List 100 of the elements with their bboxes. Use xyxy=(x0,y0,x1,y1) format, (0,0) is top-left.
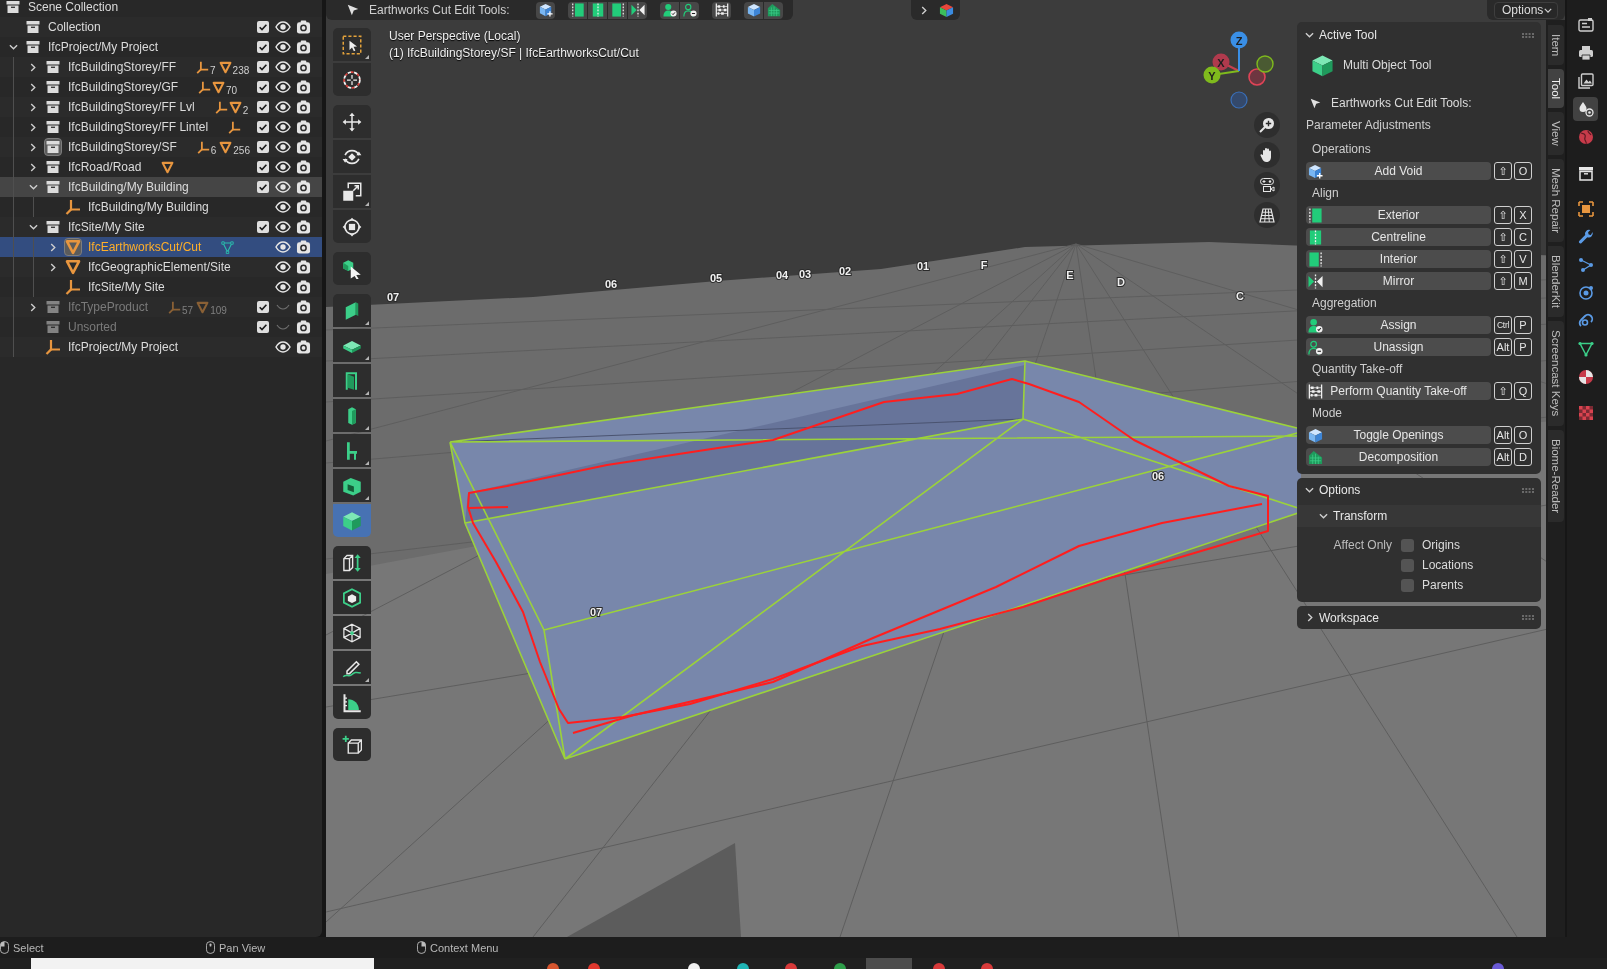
tool-button[interactable] xyxy=(333,294,371,327)
chevron-right-icon[interactable] xyxy=(30,302,36,312)
operator-button[interactable]: Perform Quantity Take-off xyxy=(1306,382,1491,400)
camera-icon[interactable] xyxy=(295,340,311,354)
checkbox[interactable] xyxy=(257,81,269,93)
eye-icon[interactable] xyxy=(275,201,291,213)
camera-icon[interactable] xyxy=(295,120,311,134)
axis-handle[interactable] xyxy=(1203,66,1240,84)
eye-icon[interactable] xyxy=(275,261,291,273)
checkbox[interactable] xyxy=(257,161,269,173)
operator-button[interactable]: Assign xyxy=(1306,316,1491,334)
outliner-row[interactable]: IfcProject/My Project xyxy=(0,37,322,57)
checkbox-label[interactable]: Origins xyxy=(1422,535,1541,555)
grip-icon[interactable] xyxy=(1522,615,1534,620)
camera-icon[interactable] xyxy=(295,280,311,294)
camera-icon[interactable] xyxy=(295,200,311,214)
tool-button[interactable] xyxy=(333,728,371,761)
tool-button[interactable] xyxy=(333,581,371,614)
tool-button[interactable] xyxy=(333,434,371,467)
eye-icon[interactable] xyxy=(275,61,291,73)
camera-icon[interactable] xyxy=(295,140,311,154)
checkbox-label[interactable]: Parents xyxy=(1422,575,1541,595)
camera-icon[interactable] xyxy=(295,160,311,174)
camera-icon[interactable] xyxy=(295,260,311,274)
checkbox[interactable] xyxy=(257,141,269,153)
tool-button[interactable] xyxy=(333,329,371,362)
axis-handle[interactable] xyxy=(1230,91,1248,109)
tool-button[interactable] xyxy=(333,364,371,397)
sidebar-tab[interactable]: Mesh Repair xyxy=(1548,159,1564,243)
tool-button[interactable] xyxy=(333,686,371,719)
eye-icon[interactable] xyxy=(275,101,291,113)
header-tool-button[interactable] xyxy=(608,1,627,19)
sidebar-tab[interactable]: Item xyxy=(1548,25,1564,66)
chevron-right-icon[interactable] xyxy=(30,142,36,152)
chevron-right-icon[interactable] xyxy=(30,82,36,92)
tool-button[interactable] xyxy=(333,252,371,285)
closed-eye-icon[interactable] xyxy=(276,324,290,330)
tool-button[interactable] xyxy=(333,210,371,243)
panel-title[interactable]: Workspace xyxy=(1319,610,1379,625)
subpanel-header[interactable]: Transform xyxy=(1297,505,1541,527)
checkbox[interactable] xyxy=(1401,538,1414,552)
camera-icon[interactable] xyxy=(295,20,311,34)
header-tool-button[interactable] xyxy=(712,1,731,19)
checkbox[interactable] xyxy=(257,61,269,73)
tool-button[interactable] xyxy=(333,105,371,138)
camera-icon[interactable] xyxy=(295,220,311,234)
eye-icon[interactable] xyxy=(275,21,291,33)
sidebar-tab[interactable]: View xyxy=(1548,112,1564,156)
checkbox[interactable] xyxy=(257,41,269,53)
chevron-right-icon[interactable] xyxy=(921,5,927,15)
camera-icon[interactable] xyxy=(295,40,311,54)
taskbar-icon[interactable] xyxy=(688,963,700,969)
chevron-down-icon[interactable] xyxy=(8,44,18,50)
axis-handle[interactable] xyxy=(1248,68,1266,86)
tool-button[interactable] xyxy=(333,140,371,173)
camera-icon[interactable] xyxy=(295,100,311,114)
sidebar-tab[interactable]: BlenderKit xyxy=(1548,246,1564,318)
eye-icon[interactable] xyxy=(275,41,291,53)
header-tool-button[interactable] xyxy=(568,1,587,19)
camera-icon[interactable] xyxy=(295,180,311,194)
operator-button[interactable]: Toggle Openings xyxy=(1306,426,1491,444)
checkbox[interactable] xyxy=(1401,558,1414,572)
header-tool-button[interactable] xyxy=(764,1,783,19)
chevron-down-icon[interactable] xyxy=(1319,513,1328,519)
properties-tab[interactable] xyxy=(1573,97,1598,121)
eye-icon[interactable] xyxy=(275,221,291,233)
header-tool-button[interactable] xyxy=(536,1,555,19)
chevron-right-icon[interactable] xyxy=(30,162,36,172)
checkbox[interactable] xyxy=(257,321,269,333)
checkbox[interactable] xyxy=(257,181,269,193)
tool-button[interactable] xyxy=(333,616,371,649)
header-tool-button[interactable] xyxy=(628,1,647,19)
color-cube-icon[interactable] xyxy=(939,2,954,18)
operator-button[interactable]: Centreline xyxy=(1306,228,1491,246)
operator-button[interactable]: Add Void xyxy=(1306,162,1491,180)
panel-title[interactable]: Active Tool xyxy=(1319,28,1377,42)
tool-button[interactable] xyxy=(333,63,371,96)
camera-icon[interactable] xyxy=(295,80,311,94)
tool-button[interactable] xyxy=(333,469,371,502)
sidebar-tab[interactable]: Screencast Keys xyxy=(1548,321,1564,426)
header-tool-button[interactable] xyxy=(744,1,763,19)
eye-icon[interactable] xyxy=(275,81,291,93)
header-tool-button[interactable] xyxy=(588,1,607,19)
tool-button[interactable] xyxy=(333,651,371,684)
eye-icon[interactable] xyxy=(275,121,291,133)
outliner-row[interactable]: IfcSite/My Site xyxy=(0,277,322,297)
camera-icon[interactable] xyxy=(295,320,311,334)
chevron-down-icon[interactable] xyxy=(28,184,38,190)
checkbox[interactable] xyxy=(257,21,269,33)
chevron-right-icon[interactable] xyxy=(50,262,56,272)
operator-button[interactable]: Mirror xyxy=(1306,272,1491,290)
checkbox[interactable] xyxy=(257,221,269,233)
sidebar-tab[interactable]: Biome-Reader xyxy=(1548,429,1564,522)
header-tool-button[interactable] xyxy=(680,1,699,19)
tool-button[interactable] xyxy=(333,175,371,208)
grip-icon[interactable] xyxy=(1522,487,1534,493)
eye-icon[interactable] xyxy=(275,341,291,353)
checkbox[interactable] xyxy=(257,101,269,113)
outliner-row[interactable]: IfcBuildingStorey/GF 70 xyxy=(0,77,322,97)
outliner-row[interactable]: IfcBuildingStorey/FF Lintel xyxy=(0,117,322,137)
